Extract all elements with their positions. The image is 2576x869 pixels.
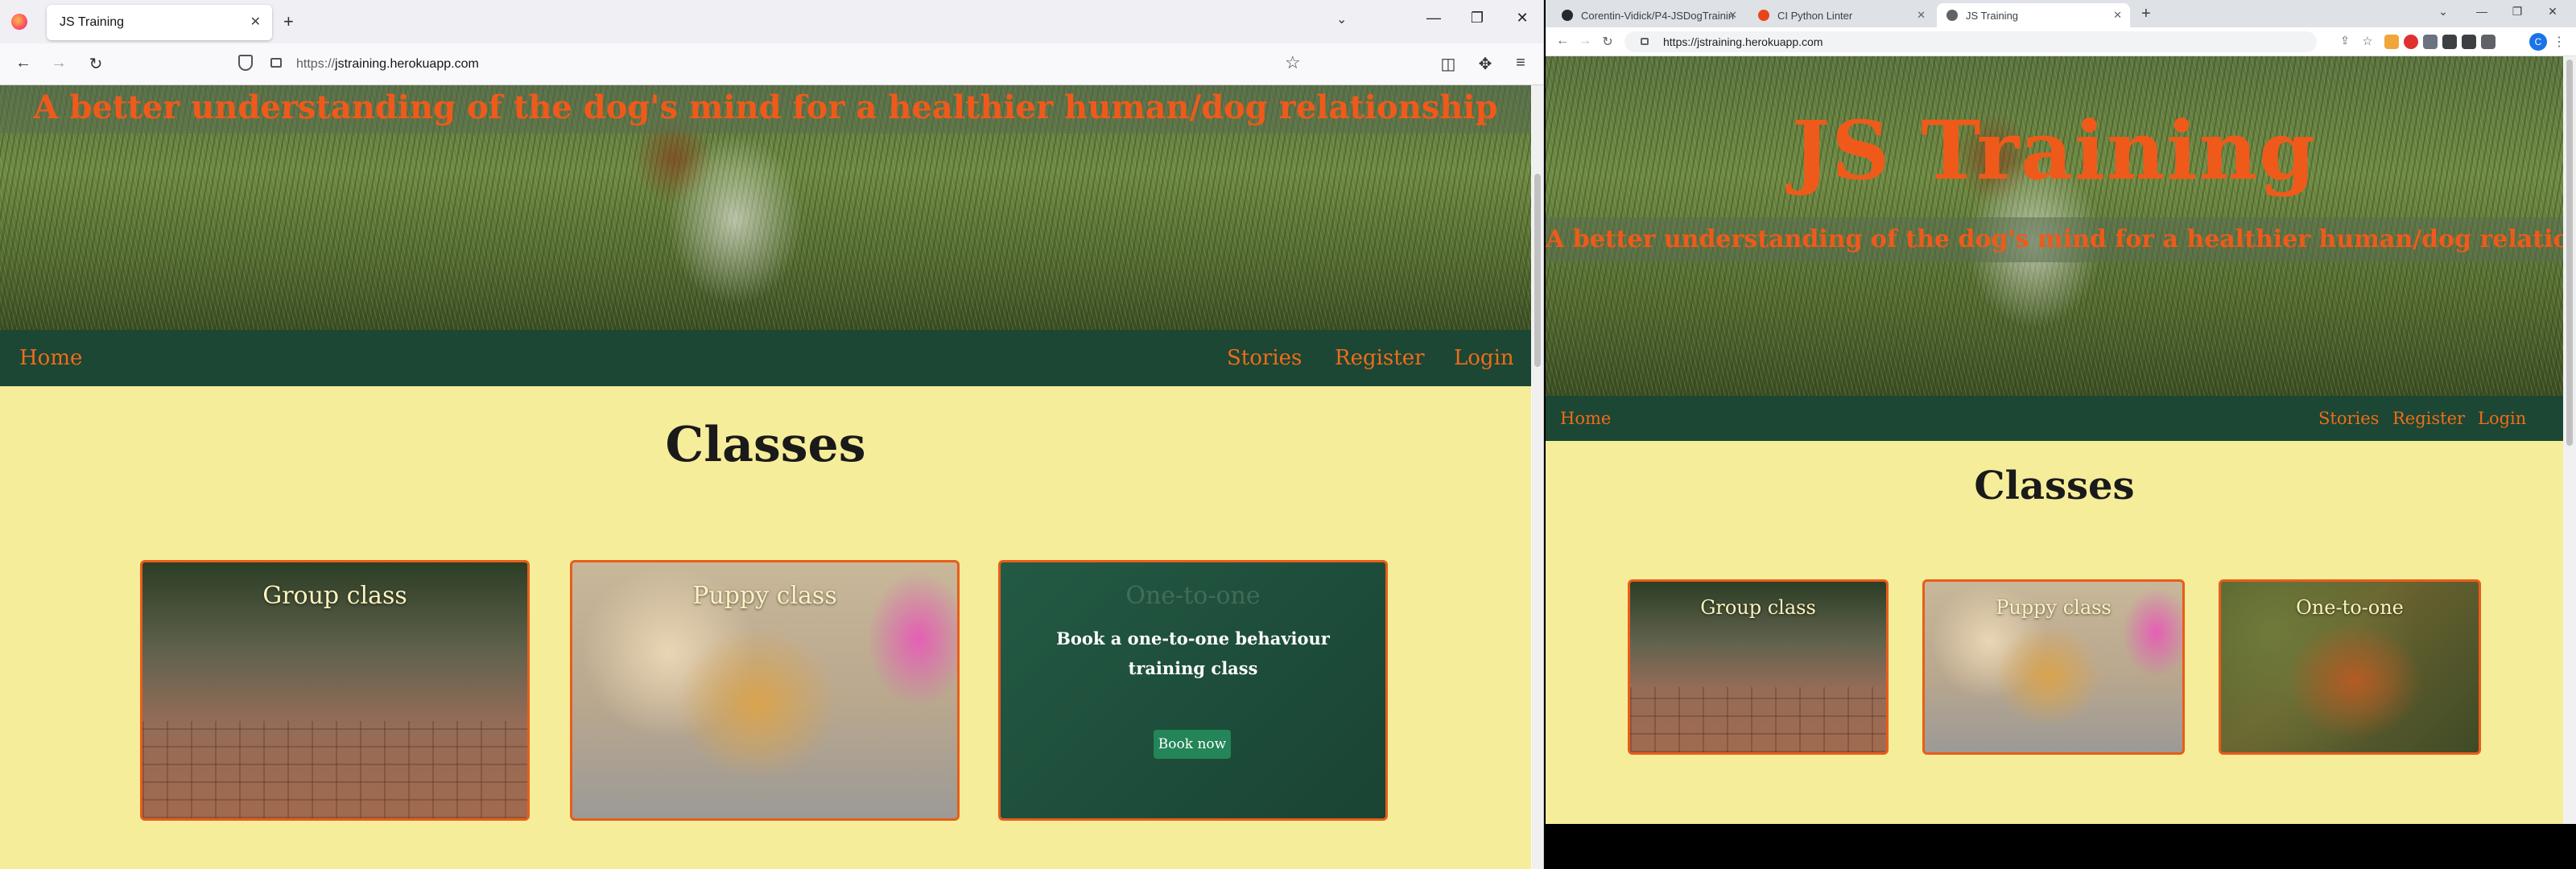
browser-tab-github[interactable]: Corentin-Vidick/P4-JSDogTrainin ✕ [1552,3,1745,27]
website-viewport: JS Training A better understanding of th… [1546,56,2563,824]
reload-icon[interactable]: ↻ [1599,34,1616,50]
scrollbar-thumb[interactable] [1534,174,1541,367]
empty-area [1546,824,2563,869]
card-title: Group class [1700,596,1816,619]
tab-search-icon[interactable]: ⌄ [2433,5,2454,19]
bookmark-star-icon[interactable]: ☆ [1285,52,1301,73]
profile-avatar[interactable]: C [2529,33,2547,51]
hero-banner: JS Training A better understanding of th… [1546,56,2563,396]
forward-icon[interactable]: → [1576,34,1594,48]
card-puppy-class[interactable]: Puppy class [1922,579,2185,755]
nav-register[interactable]: Register [1335,346,1425,370]
sidebar-icon[interactable] [2481,35,2496,49]
tab-title: Corentin-Vidick/P4-JSDogTrainin [1581,10,1735,22]
github-icon [1562,10,1573,21]
browser-tab-python-linter[interactable]: CI Python Linter ✕ [1748,3,1934,27]
nav-stories[interactable]: Stories [1227,346,1302,370]
new-tab-icon[interactable]: + [283,11,294,32]
address-bar[interactable]: https://jstraining.herokuapp.com [1624,31,2317,52]
card-puppy-class[interactable]: Puppy class [570,560,960,821]
nav-home[interactable]: Home [19,346,82,370]
puzzle-icon[interactable] [2442,35,2457,49]
card-group-class[interactable]: Group class [1628,579,1889,755]
nav-login[interactable]: Login [2478,409,2526,428]
card-title: Puppy class [1996,596,2112,619]
vertical-scrollbar[interactable] [1532,85,1543,869]
card-title: Puppy class [692,582,837,610]
chrome-tab-bar: Corentin-Vidick/P4-JSDogTrainin ✕ CI Pyt… [1546,0,2576,27]
back-icon[interactable]: ← [13,54,34,72]
tagline: A better understanding of the dog's mind… [1546,217,2563,262]
site-brand: JS Training [1791,103,2318,198]
forward-icon[interactable]: → [48,54,69,72]
close-window-icon[interactable]: ✕ [1510,10,1534,27]
tab-title: JS Training [1966,10,2019,22]
close-tab-icon[interactable]: ✕ [1917,9,1926,22]
card-one-to-one-hover[interactable]: One-to-one Book a one-to-one behaviour t… [998,560,1388,821]
url-prefix: https:// [296,57,336,71]
card-group-class[interactable]: Group class [140,560,530,821]
browser-tab-js-training[interactable]: JS Training ✕ [47,5,272,40]
nav-register[interactable]: Register [2392,409,2465,428]
card-title: One-to-one [2296,596,2404,619]
reload-icon[interactable]: ↻ [85,54,106,74]
media-icon[interactable] [2462,35,2476,49]
extensions-icon[interactable]: ✥ [1475,54,1496,74]
website-viewport: A better understanding of the dog's mind… [0,85,1531,869]
linter-icon [1758,10,1769,21]
tab-title: JS Training [60,15,125,29]
pocket-icon[interactable]: ◫ [1438,54,1459,74]
tagline: A better understanding of the dog's mind… [0,85,1531,134]
chrome-window: Corentin-Vidick/P4-JSDogTrainin ✕ CI Pyt… [1546,0,2576,869]
card-one-to-one[interactable]: One-to-one [2219,579,2481,755]
scrollbar-thumb[interactable] [2566,60,2573,446]
opera-icon[interactable] [2404,35,2418,49]
extension-icon[interactable] [2384,35,2399,49]
restore-icon[interactable]: ❐ [1465,10,1489,27]
nav-home[interactable]: Home [1560,409,1611,428]
bookmark-star-icon[interactable]: ☆ [2359,34,2376,48]
globe-icon [1946,10,1958,21]
tab-title: CI Python Linter [1777,10,1853,22]
nav-login[interactable]: Login [1454,346,1514,370]
book-now-button[interactable]: Book now [1154,730,1231,759]
card-title: Group class [262,582,407,610]
chrome-nav-bar: ← → ↻ https://jstraining.herokuapp.com ⇪… [1546,27,2576,56]
firefox-window: JS Training ✕ + ⌄ — ❐ ✕ ← → ↻ https://js… [0,0,1544,869]
hero-banner: A better understanding of the dog's mind… [0,85,1531,330]
lock-icon[interactable] [1641,38,1649,45]
url-bar[interactable]: https://jstraining.herokuapp.com [232,51,1311,77]
close-window-icon[interactable]: ✕ [2542,5,2563,19]
url-text: https://jstraining.herokuapp.com [1663,35,1823,48]
firefox-nav-bar: ← → ↻ https://jstraining.herokuapp.com ☆… [0,43,1543,85]
card-title: One-to-one [1125,582,1261,610]
new-tab-icon[interactable]: + [2141,5,2151,23]
firefox-logo-icon[interactable] [11,14,27,30]
extension-icon[interactable] [2423,35,2438,49]
restore-icon[interactable]: ❐ [2507,5,2528,19]
close-tab-icon[interactable]: ✕ [250,14,261,30]
firefox-tab-bar: JS Training ✕ + ⌄ — ❐ ✕ [0,0,1543,43]
minimize-icon[interactable]: — [2471,5,2492,18]
card-description: Book a one-to-one behaviour training cla… [1056,628,1330,678]
nav-stories[interactable]: Stories [2318,409,2379,428]
vertical-scrollbar[interactable] [2563,56,2576,824]
chrome-menu-icon[interactable]: ⋮ [2550,34,2568,50]
site-navbar: Home Stories Register Login [0,330,1531,386]
minimize-icon[interactable]: — [1422,10,1446,27]
site-navbar: Home Stories Register Login [1546,396,2563,441]
close-tab-icon[interactable]: ✕ [1728,9,1737,22]
browser-tab-js-training[interactable]: JS Training ✕ [1937,3,2130,27]
menu-icon[interactable]: ≡ [1510,54,1531,72]
share-icon[interactable]: ⇪ [2336,34,2354,47]
back-icon[interactable]: ← [1554,34,1571,48]
list-tabs-icon[interactable]: ⌄ [1336,11,1347,27]
close-tab-icon[interactable]: ✕ [2113,9,2122,22]
section-title: Classes [665,417,866,473]
url-host: jstraining.herokuapp.com [335,57,479,71]
section-title: Classes [1974,463,2135,509]
